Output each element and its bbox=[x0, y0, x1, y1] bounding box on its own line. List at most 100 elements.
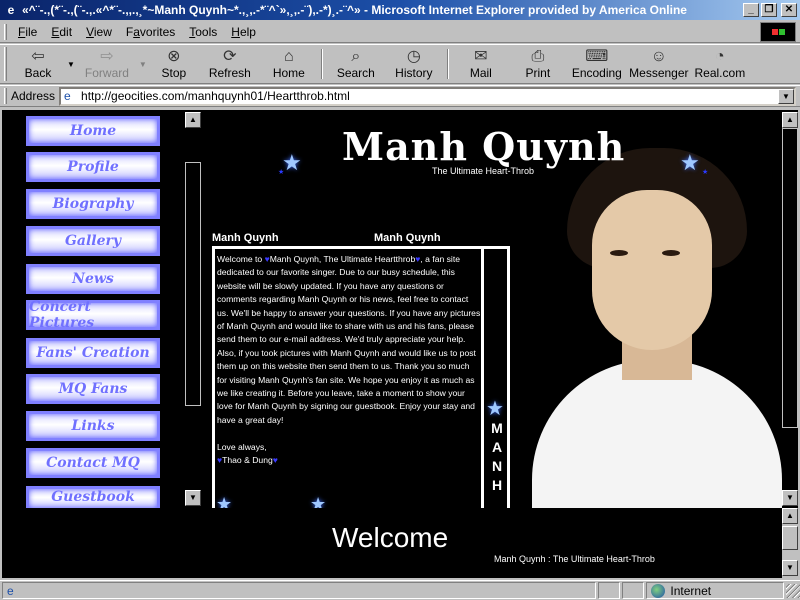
nav-home[interactable]: Home bbox=[26, 116, 160, 146]
content-divider bbox=[481, 249, 484, 508]
title-bar: e «^¨-.,(*¨-.,(¨-.,.«^*¨-.,,.,¸*~Manh Qu… bbox=[0, 0, 800, 20]
welcome-text-box[interactable]: Welcome to ♥Manh Quynh, The Ultimate Hea… bbox=[212, 246, 510, 508]
menu-tools[interactable]: Tools bbox=[182, 25, 224, 39]
nav-profile[interactable]: Profile bbox=[26, 152, 160, 182]
scroll-up-icon[interactable]: ▲ bbox=[782, 508, 798, 524]
status-pane bbox=[598, 582, 621, 599]
back-dropdown-icon[interactable]: ▼ bbox=[67, 60, 75, 69]
nav-frame: Home Profile Biography Gallery News Conc… bbox=[2, 110, 202, 508]
ie-icon: e bbox=[7, 3, 15, 17]
nav-mq-fans[interactable]: MQ Fans bbox=[26, 374, 160, 404]
printer-icon: ⎙ bbox=[531, 48, 545, 65]
zone-pane: Internet bbox=[646, 582, 785, 599]
mail-button[interactable]: ✉ Mail bbox=[453, 45, 509, 83]
bottom-scrollbar[interactable]: ▲ ▼ bbox=[782, 508, 798, 578]
star-dot-icon: ★ bbox=[702, 169, 709, 176]
signoff: Love always, bbox=[217, 441, 267, 452]
forward-button[interactable]: ⇨ Forward bbox=[77, 45, 137, 83]
main-scroll-thumb[interactable] bbox=[782, 128, 798, 428]
bottom-caption: Manh Quynh : The Ultimate Heart-Throb bbox=[494, 554, 655, 564]
toolbar-separator bbox=[320, 49, 323, 79]
zone-label: Internet bbox=[670, 583, 712, 598]
messenger-button[interactable]: ☺ Messenger bbox=[627, 45, 691, 83]
portrait-eye bbox=[662, 250, 680, 256]
nav-contact-mq[interactable]: Contact MQ bbox=[26, 448, 160, 478]
page-viewport: Home Profile Biography Gallery News Conc… bbox=[2, 110, 798, 578]
search-button[interactable]: ⌕ Search bbox=[327, 45, 385, 83]
scroll-down-icon[interactable]: ▼ bbox=[185, 490, 201, 506]
address-dropdown-icon[interactable]: ▼ bbox=[778, 88, 794, 104]
stop-button[interactable]: ⊗ Stop bbox=[149, 45, 199, 83]
menu-file[interactable]: File bbox=[11, 25, 44, 39]
nav-gallery[interactable]: Gallery bbox=[26, 226, 160, 256]
minimize-button[interactable]: _ bbox=[743, 3, 759, 17]
toolbar-grip bbox=[4, 47, 7, 81]
nav-scroll-thumb[interactable] bbox=[185, 162, 201, 406]
menu-edit[interactable]: Edit bbox=[44, 25, 79, 39]
realcom-button[interactable]: ◔ Real.com bbox=[691, 45, 749, 83]
welcome-message: Welcome to ♥Manh Quynh, The Ultimate Hea… bbox=[217, 254, 481, 466]
scroll-up-icon[interactable]: ▲ bbox=[782, 112, 798, 128]
refresh-icon: ⟳ bbox=[223, 48, 237, 65]
menu-view[interactable]: View bbox=[79, 25, 119, 39]
page-done-icon: e bbox=[7, 583, 14, 598]
maximize-button[interactable]: ❐ bbox=[761, 3, 777, 17]
stop-icon: ⊗ bbox=[167, 48, 181, 65]
scroll-down-icon[interactable]: ▼ bbox=[782, 560, 798, 576]
vertical-name: M A N H bbox=[491, 420, 503, 493]
address-url[interactable]: http://geocities.com/manhquynh01/Heartth… bbox=[81, 89, 778, 103]
back-arrow-icon: ⇦ bbox=[31, 48, 45, 65]
history-icon: ◷ bbox=[406, 48, 421, 65]
home-button[interactable]: ⌂ Home bbox=[261, 45, 317, 83]
nav-biography[interactable]: Biography bbox=[26, 189, 160, 219]
refresh-button[interactable]: ⟳ Refresh bbox=[199, 45, 261, 83]
messenger-icon: ☺ bbox=[650, 48, 668, 65]
menu-help[interactable]: Help bbox=[224, 25, 263, 39]
address-label: Address bbox=[11, 89, 56, 103]
nav-news[interactable]: News bbox=[26, 264, 160, 294]
nav-concert-pictures[interactable]: Concert Pictures bbox=[26, 299, 160, 331]
welcome-heading: Welcome bbox=[332, 522, 449, 553]
nav-guestbook[interactable]: Guestbook bbox=[26, 486, 160, 508]
star-icon: ★ bbox=[282, 150, 302, 175]
encoding-icon: ⌨ bbox=[585, 48, 609, 65]
portrait-face bbox=[592, 190, 712, 350]
menu-favorites[interactable]: Favorites bbox=[119, 25, 182, 39]
bottom-scroll-thumb[interactable] bbox=[782, 526, 798, 550]
toolbar-separator bbox=[446, 49, 449, 79]
windows-logo-icon bbox=[760, 22, 796, 42]
realcom-icon: ◔ bbox=[715, 48, 725, 65]
scroll-down-icon[interactable]: ▼ bbox=[782, 490, 798, 506]
history-button[interactable]: ◷ History bbox=[385, 45, 443, 83]
portrait-shirt bbox=[532, 360, 782, 508]
print-button[interactable]: ⎙ Print bbox=[509, 45, 567, 83]
portrait-eye bbox=[610, 250, 628, 256]
close-button[interactable]: ✕ bbox=[781, 3, 797, 17]
portrait-image bbox=[512, 130, 782, 508]
address-input[interactable]: e http://geocities.com/manhquynh01/Heart… bbox=[59, 86, 796, 106]
toolbar: ⇦ Back ▼ ⇨ Forward ▼ ⊗ Stop ⟳ Refresh ⌂ … bbox=[0, 44, 800, 84]
internet-globe-icon bbox=[651, 583, 666, 598]
address-bar: Address e http://geocities.com/manhquynh… bbox=[0, 85, 800, 107]
resize-grip-icon[interactable] bbox=[786, 583, 800, 598]
back-button[interactable]: ⇦ Back bbox=[11, 45, 65, 83]
nav-links[interactable]: Links bbox=[26, 411, 160, 441]
status-pane bbox=[622, 582, 645, 599]
bottom-frame: Welcome Manh Quynh : The Ultimate Heart-… bbox=[2, 508, 782, 578]
name-label-right: Manh Quynh bbox=[374, 232, 441, 244]
forward-arrow-icon: ⇨ bbox=[100, 48, 114, 65]
status-bar: e Internet bbox=[0, 580, 800, 600]
nav-fans-creation[interactable]: Fans' Creation bbox=[26, 338, 160, 368]
window-title: «^¨-.,(*¨-.,(¨-.,.«^*¨-.,,.,¸*~Manh Quyn… bbox=[22, 3, 687, 17]
status-message-pane: e bbox=[2, 582, 597, 599]
scroll-up-icon[interactable]: ▲ bbox=[185, 112, 201, 128]
nav-scrollbar[interactable]: ▲ ▼ bbox=[185, 110, 201, 508]
page-icon: e bbox=[64, 89, 71, 103]
address-grip bbox=[4, 88, 7, 104]
star-icon: ★ bbox=[486, 398, 504, 420]
main-scrollbar[interactable]: ▲ ▼ bbox=[782, 110, 798, 508]
encoding-button[interactable]: ⌨ Encoding bbox=[567, 45, 627, 83]
mail-icon: ✉ bbox=[474, 48, 488, 65]
heart-icon: ♥ bbox=[272, 455, 278, 466]
forward-dropdown-icon[interactable]: ▼ bbox=[139, 60, 147, 69]
